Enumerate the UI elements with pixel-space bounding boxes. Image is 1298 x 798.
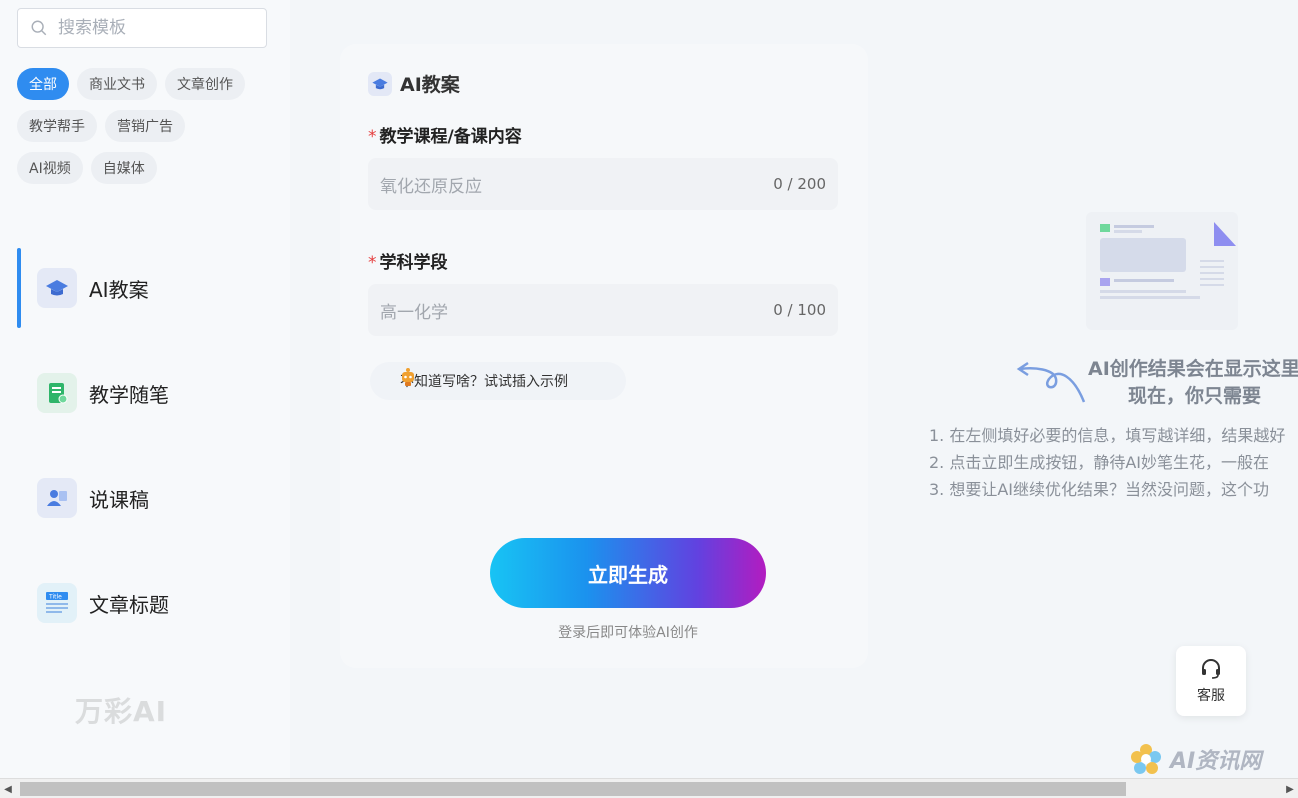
chip-business-docs[interactable]: 商业文书 xyxy=(77,68,157,100)
scrollbar-thumb[interactable] xyxy=(20,782,1126,796)
mortarboard-icon xyxy=(37,268,77,308)
search-input[interactable] xyxy=(58,18,248,38)
mortarboard-icon xyxy=(368,71,392,96)
generate-button[interactable]: 立即生成 xyxy=(490,538,766,608)
search-icon xyxy=(31,20,47,36)
watermark: AI资讯网 xyxy=(1128,740,1278,778)
nav-item-label: 文章标题 xyxy=(89,592,169,617)
title-icon: Title xyxy=(37,583,77,623)
chip-marketing-ads[interactable]: 营销广告 xyxy=(105,110,185,142)
flower-logo-icon xyxy=(1131,744,1161,774)
headset-icon xyxy=(1202,659,1220,679)
result-steps: 1. 在左侧填好必要的信息，填写越详细，结果越好 2. 点击立即生成按钮，静待A… xyxy=(929,422,1298,503)
chip-self-media[interactable]: 自媒体 xyxy=(90,152,157,184)
chip-teaching-helper[interactable]: 教学帮手 xyxy=(17,110,97,142)
nav-item-article-title[interactable]: Title 文章标题 xyxy=(17,563,290,643)
nav-item-teaching-notes[interactable]: 教学随笔 xyxy=(17,353,290,433)
step-item: 3. 想要让AI继续优化结果？当然没问题，这个功 xyxy=(929,480,1270,499)
login-note: 登录后即可体验AI创作 xyxy=(558,625,698,641)
nav-item-label: AI教案 xyxy=(89,277,149,302)
field-label-course: * 教学课程/备课内容 xyxy=(368,127,522,147)
sidebar: 全部 商业文书 文章创作 教学帮手 营销广告 AI视频 自媒体 AI教案 xyxy=(0,0,290,778)
svg-text:Title: Title xyxy=(48,594,62,601)
result-subtitle: 现在，你只需要 xyxy=(1128,385,1262,407)
form-title: AI教案 xyxy=(368,70,460,97)
scroll-left-arrow-icon[interactable]: ◀ xyxy=(0,779,16,798)
curved-arrow-icon xyxy=(1016,361,1086,403)
field-label-subject: * 学科学段 xyxy=(368,253,448,273)
insert-example-button[interactable]: 不知道写啥？试试插入示例 xyxy=(370,362,626,400)
document-illustration-icon xyxy=(1086,212,1238,330)
template-nav: AI教案 教学随笔 说课稿 Title 文章标题 xyxy=(17,248,290,668)
chip-all[interactable]: 全部 xyxy=(17,68,69,100)
insert-example-label: 不知道写啥？试试插入示例 xyxy=(400,374,568,390)
subject-input-value: 高一化学 xyxy=(380,302,448,323)
course-input[interactable]: 氧化还原反应 0 / 200 xyxy=(368,158,838,210)
nav-item-label: 教学随笔 xyxy=(89,382,169,407)
nav-item-ai-lesson-plan[interactable]: AI教案 xyxy=(17,248,290,328)
scroll-right-arrow-icon[interactable]: ▶ xyxy=(1282,779,1298,798)
brand-logo: 万彩AI xyxy=(75,695,168,728)
form-card: AI教案 * 教学课程/备课内容 氧化还原反应 0 / 200 * 学科学段 高一化… xyxy=(340,44,868,668)
customer-service-label: 客服 xyxy=(1197,688,1225,704)
step-item: 2. 点击立即生成按钮，静待AI妙笔生花，一般在 xyxy=(929,453,1270,472)
teacher-icon xyxy=(37,478,77,518)
category-chips: 全部 商业文书 文章创作 教学帮手 营销广告 AI视频 自媒体 xyxy=(17,68,277,194)
form-title-text: AI教案 xyxy=(400,74,460,96)
horizontal-scrollbar[interactable]: ◀ ▶ xyxy=(0,778,1298,798)
subject-char-count: 0 / 100 xyxy=(773,301,826,319)
chip-ai-video[interactable]: AI视频 xyxy=(17,152,83,184)
result-title: AI创作结果会在显示这里 xyxy=(1088,358,1298,380)
search-box[interactable] xyxy=(17,8,267,48)
robot-icon xyxy=(400,367,416,391)
customer-service-button[interactable]: 客服 xyxy=(1176,646,1246,716)
notebook-icon xyxy=(37,373,77,413)
chip-article-writing[interactable]: 文章创作 xyxy=(165,68,245,100)
course-input-value: 氧化还原反应 xyxy=(380,176,482,197)
nav-item-label: 说课稿 xyxy=(89,487,149,512)
required-mark: * xyxy=(368,127,377,147)
required-mark: * xyxy=(368,253,377,273)
course-char-count: 0 / 200 xyxy=(773,175,826,193)
watermark-text: AI资讯网 xyxy=(1170,749,1262,774)
nav-item-lecture-draft[interactable]: 说课稿 xyxy=(17,458,290,538)
step-item: 1. 在左侧填好必要的信息，填写越详细，结果越好 xyxy=(929,426,1286,445)
subject-input[interactable]: 高一化学 0 / 100 xyxy=(368,284,838,336)
